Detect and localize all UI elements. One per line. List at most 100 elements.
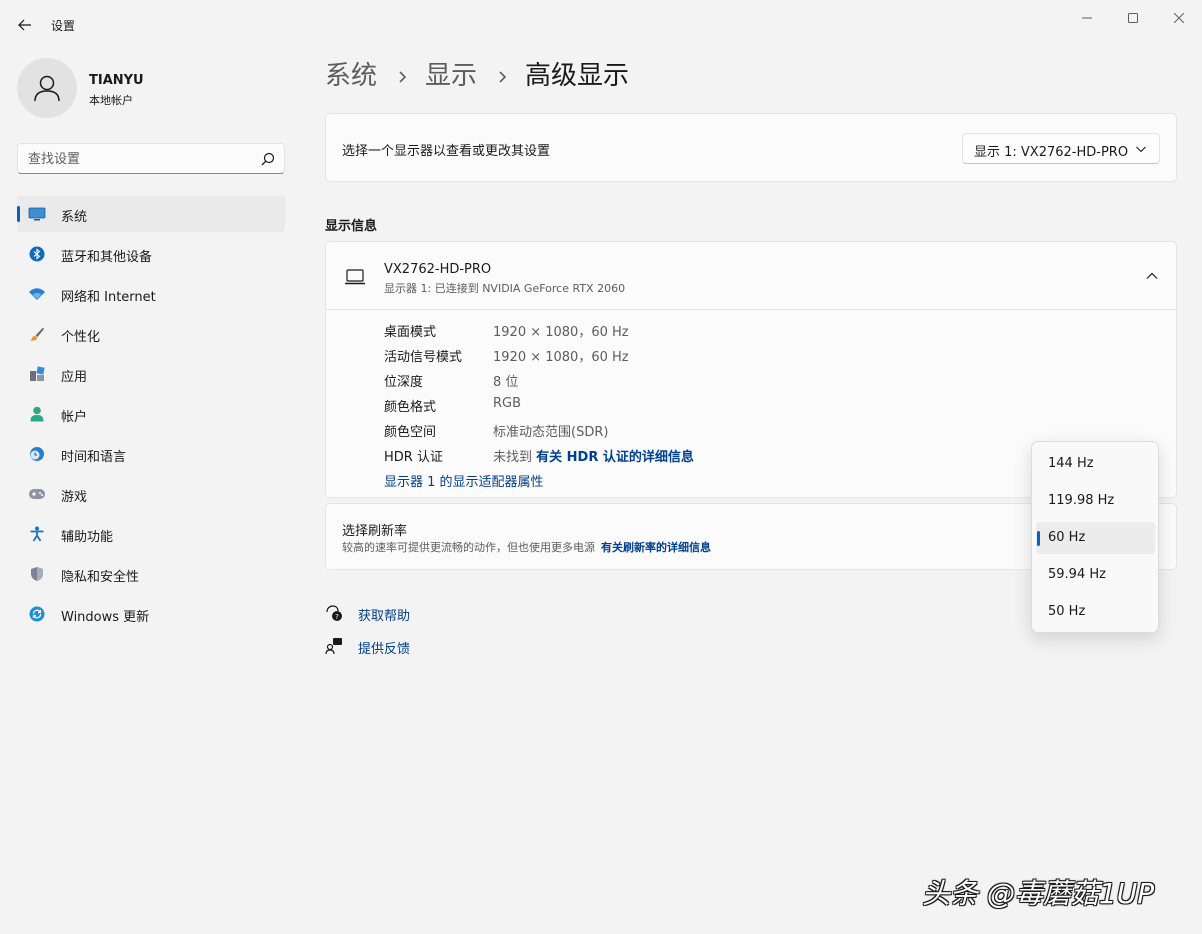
account-type: 本地帐户 <box>89 94 133 107</box>
apps-icon <box>28 365 46 383</box>
refresh-rate-description: 较高的速率可提供更流畅的动作，但也使用更多电源 有关刷新率的详细信息 <box>342 539 711 555</box>
option-label: 59.94 Hz <box>1048 567 1106 582</box>
sidebar-item-personalization[interactable]: 个性化 <box>17 316 285 352</box>
info-key: 桌面模式 <box>384 325 437 340</box>
sidebar-item-label: 时间和语言 <box>61 450 127 465</box>
info-key: 位深度 <box>384 375 424 390</box>
help-icon: ? <box>326 605 342 621</box>
sidebar-item-system[interactable]: 系统 <box>17 196 285 232</box>
info-value: RGB <box>493 396 522 411</box>
wifi-icon <box>28 285 46 303</box>
sidebar-item-label: 应用 <box>61 370 88 385</box>
display-dropdown[interactable]: 显示 1: VX2762-HD-PRO <box>962 133 1160 164</box>
close-button[interactable] <box>1156 4 1202 32</box>
back-button[interactable] <box>10 12 40 38</box>
refresh-option-59-94[interactable]: 59.94 Hz <box>1036 559 1155 591</box>
sidebar-item-label: 系统 <box>61 210 88 225</box>
option-label: 119.98 Hz <box>1048 493 1115 508</box>
section-title-display-info: 显示信息 <box>325 219 378 234</box>
chevron-right-icon <box>499 71 507 83</box>
accessibility-icon <box>28 525 46 543</box>
refresh-option-119-98[interactable]: 119.98 Hz <box>1036 485 1155 517</box>
refresh-option-50[interactable]: 50 Hz <box>1036 596 1155 628</box>
account-icon <box>28 405 46 423</box>
info-value: 1920 × 1080，60 Hz <box>493 350 629 365</box>
info-value: 1920 × 1080，60 Hz <box>493 325 629 340</box>
page-title: 高级显示 <box>525 61 630 91</box>
brush-icon <box>28 325 46 343</box>
sidebar-item-label: 游戏 <box>61 490 88 505</box>
search-input[interactable] <box>28 150 248 168</box>
app-title: 设置 <box>51 19 76 33</box>
sidebar-item-label: 隐私和安全性 <box>61 570 140 585</box>
clock-globe-icon <box>28 445 46 463</box>
refresh-rate-description-text: 较高的速率可提供更流畅的动作，但也使用更多电源 <box>342 541 595 554</box>
info-key: 活动信号模式 <box>384 350 463 365</box>
minimize-button[interactable] <box>1064 4 1110 32</box>
refresh-option-144[interactable]: 144 Hz <box>1036 448 1155 480</box>
hdr-status: 未找到 <box>493 450 533 465</box>
sidebar-item-privacy[interactable]: 隐私和安全性 <box>17 556 285 592</box>
feedback-link[interactable]: 提供反馈 <box>358 638 410 657</box>
minimize-icon <box>1082 17 1092 19</box>
watermark: 头条 @毒蘑菇1UP <box>922 877 1155 910</box>
hdr-details-link[interactable]: 有关 HDR 认证的详细信息 <box>536 450 694 465</box>
display-select-card: 选择一个显示器以查看或更改其设置 显示 1: VX2762-HD-PRO <box>325 113 1177 182</box>
arrow-left-icon <box>18 19 31 31</box>
sidebar-item-time-language[interactable]: 时间和语言 <box>17 436 285 472</box>
sidebar-item-label: 蓝牙和其他设备 <box>61 250 153 265</box>
sidebar-item-label: Windows 更新 <box>61 610 150 625</box>
svg-text:?: ? <box>335 613 339 621</box>
sidebar-item-bluetooth[interactable]: 蓝牙和其他设备 <box>17 236 285 272</box>
avatar[interactable] <box>17 58 77 118</box>
display-select-label: 选择一个显示器以查看或更改其设置 <box>342 144 551 159</box>
info-value: 8 位 <box>493 375 519 390</box>
display-info-header[interactable]: VX2762-HD-PRO 显示器 1: 已连接到 NVIDIA GeForce… <box>326 242 1176 310</box>
bluetooth-icon <box>28 245 46 263</box>
refresh-rate-title: 选择刷新率 <box>342 524 408 539</box>
display-dropdown-value: 显示 1: VX2762-HD-PRO <box>974 145 1129 160</box>
get-help-link[interactable]: 获取帮助 <box>358 605 410 624</box>
sidebar-item-windows-update[interactable]: Windows 更新 <box>17 596 285 632</box>
update-icon <box>28 605 46 623</box>
info-value: 标准动态范围(SDR) <box>493 425 609 440</box>
close-icon <box>1174 13 1184 23</box>
sidebar-item-label: 个性化 <box>61 330 101 345</box>
maximize-icon <box>1128 13 1138 23</box>
option-label: 60 Hz <box>1048 530 1086 545</box>
title-bar: 设置 <box>0 0 1202 48</box>
refresh-rate-dropdown-menu: 144 Hz 119.98 Hz 60 Hz 59.94 Hz 50 Hz <box>1031 441 1159 633</box>
sidebar-item-accounts[interactable]: 帐户 <box>17 396 285 432</box>
sidebar-item-apps[interactable]: 应用 <box>17 356 285 392</box>
option-label: 50 Hz <box>1048 604 1086 619</box>
refresh-option-60[interactable]: 60 Hz <box>1036 522 1155 554</box>
chevron-down-icon <box>1136 146 1146 153</box>
user-icon <box>34 75 60 102</box>
sidebar-item-label: 网络和 Internet <box>61 290 156 305</box>
sidebar-item-gaming[interactable]: 游戏 <box>17 476 285 512</box>
chevron-right-icon <box>399 71 407 83</box>
sidebar-item-label: 帐户 <box>61 410 88 425</box>
info-key: 颜色格式 <box>384 400 437 415</box>
maximize-button[interactable] <box>1110 4 1156 32</box>
info-value: 未找到 有关 HDR 认证的详细信息 <box>493 446 694 465</box>
search-icon[interactable] <box>259 150 277 168</box>
sidebar-item-network[interactable]: 网络和 Internet <box>17 276 285 312</box>
feedback-icon <box>325 638 342 655</box>
info-key: 颜色空间 <box>384 425 437 440</box>
sidebar-nav: 系统 蓝牙和其他设备 网络和 Internet 个性化 应用 帐户 时间和语言 … <box>17 196 285 636</box>
option-label: 144 Hz <box>1048 456 1094 471</box>
sidebar-item-label: 辅助功能 <box>61 530 114 545</box>
monitor-name: VX2762-HD-PRO <box>384 262 492 277</box>
breadcrumb-system[interactable]: 系统 <box>325 57 377 95</box>
user-name: TIANYU <box>89 73 144 88</box>
info-key: HDR 认证 <box>384 450 443 465</box>
laptop-icon <box>345 269 365 285</box>
monitor-connection: 显示器 1: 已连接到 NVIDIA GeForce RTX 2060 <box>384 282 626 295</box>
breadcrumb-display[interactable]: 显示 <box>425 57 477 95</box>
refresh-rate-details-link[interactable]: 有关刷新率的详细信息 <box>601 541 711 554</box>
search-box <box>17 143 285 174</box>
adapter-properties-link[interactable]: 显示器 1 的显示适配器属性 <box>384 471 544 490</box>
sidebar-item-accessibility[interactable]: 辅助功能 <box>17 516 285 552</box>
chevron-up-icon[interactable] <box>1145 271 1159 281</box>
